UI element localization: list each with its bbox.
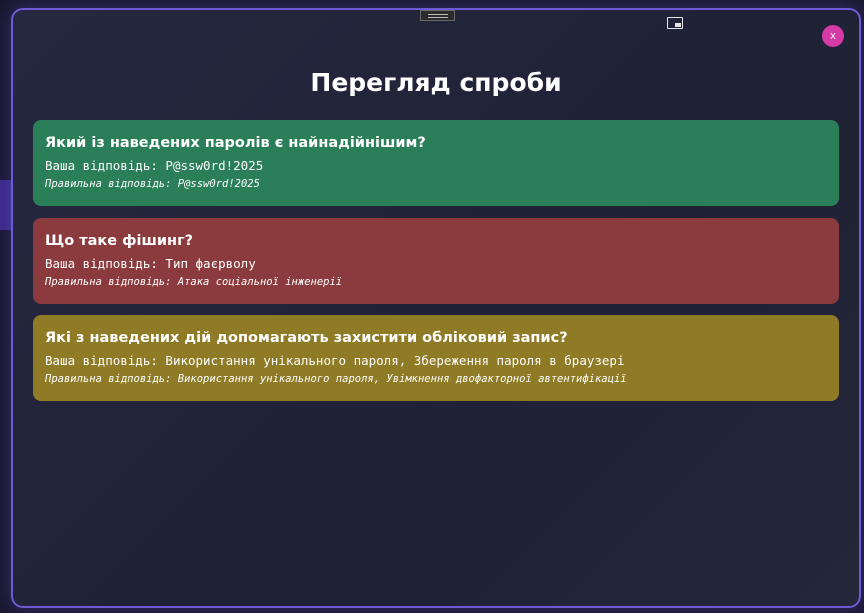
picture-in-picture-icon[interactable] bbox=[667, 17, 683, 29]
correct-answer: Правильна відповідь: Атака соціальної ін… bbox=[45, 275, 827, 289]
question-card-partial: Які з наведених дій допомагають захистит… bbox=[33, 315, 839, 401]
question-card-wrong: Що таке фішинг? Ваша відповідь: Тип фаєр… bbox=[33, 218, 839, 304]
modal-title: Перегляд спроби bbox=[310, 68, 562, 97]
your-answer: Ваша відповідь: P@ssw0rd!2025 bbox=[45, 158, 827, 174]
your-answer: Ваша відповідь: Тип фаєрволу bbox=[45, 256, 827, 272]
question-card-correct: Який із наведених паролів є найнадійніши… bbox=[33, 120, 839, 206]
correct-answer-label: Правильна відповідь: bbox=[45, 373, 178, 385]
your-answer: Ваша відповідь: Використання унікального… bbox=[45, 353, 827, 369]
correct-answer-value: Атака соціальної інженерії bbox=[177, 276, 343, 288]
your-answer-label: Ваша відповідь: bbox=[45, 158, 166, 173]
your-answer-value: Використання унікального пароля, Збереже… bbox=[165, 353, 625, 368]
your-answer-label: Ваша відповідь: bbox=[45, 353, 166, 368]
drag-handle[interactable] bbox=[420, 10, 455, 21]
your-answer-value: Тип фаєрволу bbox=[165, 256, 256, 271]
correct-answer-value: P@ssw0rd!2025 bbox=[177, 178, 260, 190]
correct-answer-label: Правильна відповідь: bbox=[45, 178, 178, 190]
question-text: Які з наведених дій допомагають захистит… bbox=[45, 330, 568, 346]
correct-answer-label: Правильна відповідь: bbox=[45, 276, 178, 288]
correct-answer-value: Використання унікального пароля, Увімкне… bbox=[177, 373, 627, 385]
your-answer-value: P@ssw0rd!2025 bbox=[165, 158, 264, 173]
your-answer-label: Ваша відповідь: bbox=[45, 256, 166, 271]
attempt-review-modal: x Перегляд спроби Який із наведених паро… bbox=[11, 8, 861, 608]
correct-answer: Правильна відповідь: P@ssw0rd!2025 bbox=[45, 177, 827, 191]
question-text: Який із наведених паролів є найнадійніши… bbox=[45, 135, 426, 151]
close-button[interactable]: x bbox=[822, 25, 844, 47]
correct-answer: Правильна відповідь: Використання унікал… bbox=[45, 372, 827, 386]
question-text: Що таке фішинг? bbox=[45, 233, 194, 249]
